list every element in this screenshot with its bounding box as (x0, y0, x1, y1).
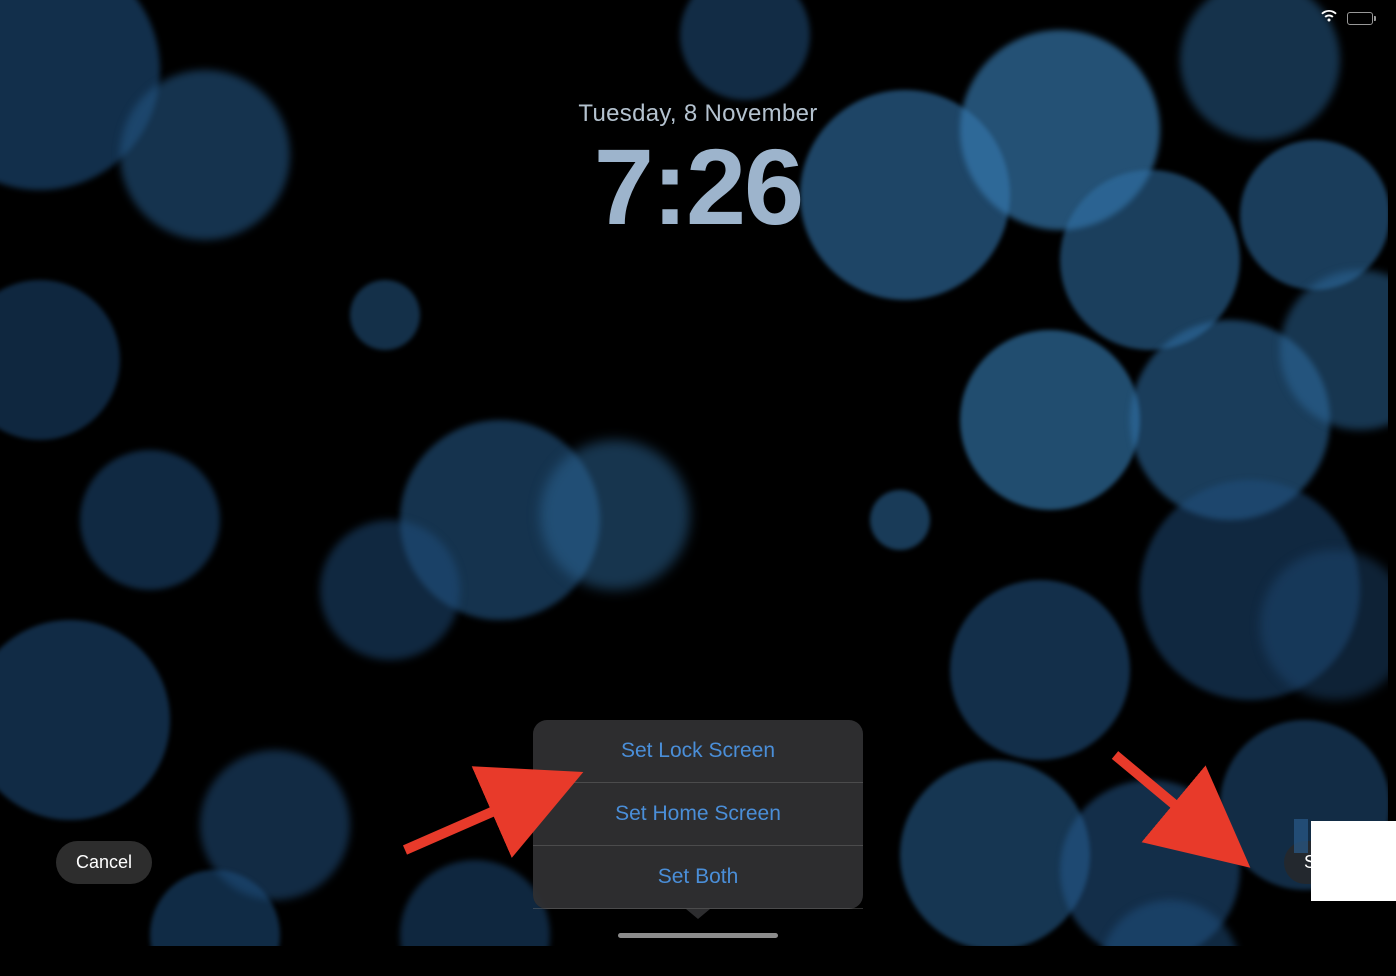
time-label: 7:26 (578, 133, 817, 241)
date-label: Tuesday, 8 November (578, 100, 817, 128)
battery-icon (1347, 12, 1376, 25)
status-bar (1319, 8, 1376, 28)
cancel-button[interactable]: Cancel (56, 841, 152, 884)
wifi-icon (1319, 8, 1339, 28)
white-overlay-box (1311, 821, 1396, 901)
lock-screen-clock: Tuesday, 8 November 7:26 (578, 100, 817, 241)
home-indicator[interactable] (618, 933, 778, 938)
annotation-arrow-right (1105, 745, 1265, 875)
frame-right (1388, 20, 1396, 946)
menu-caret-icon (686, 909, 710, 919)
annotation-arrow-left (395, 750, 595, 860)
frame-bottom (0, 946, 1396, 976)
